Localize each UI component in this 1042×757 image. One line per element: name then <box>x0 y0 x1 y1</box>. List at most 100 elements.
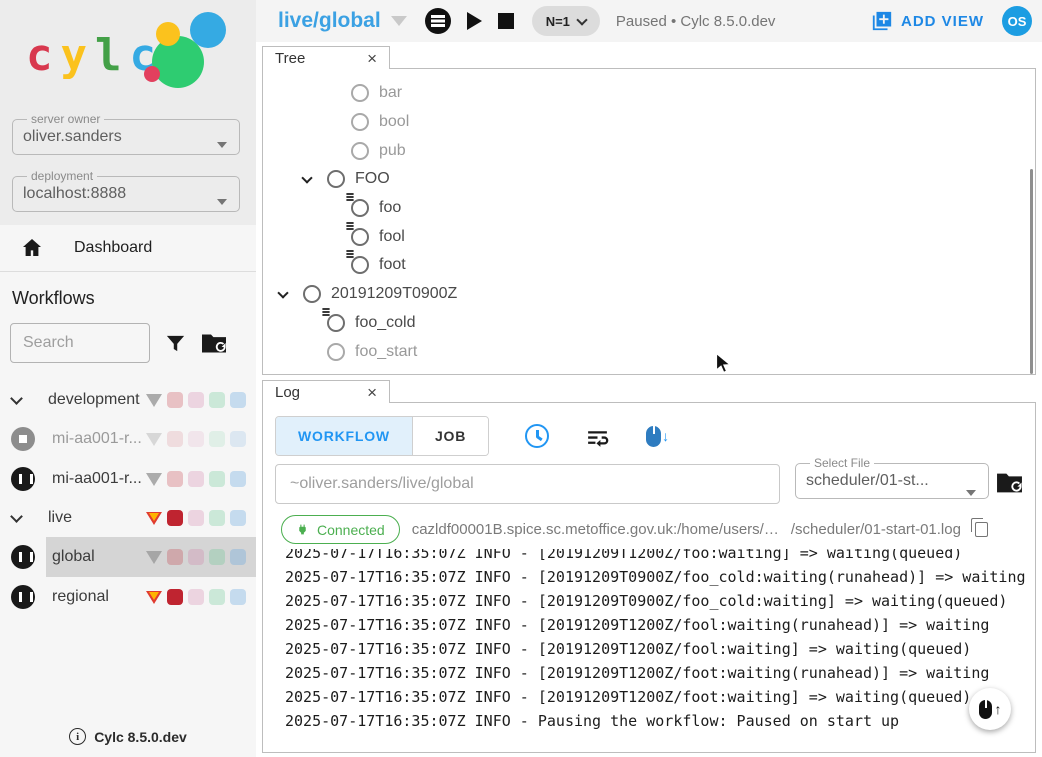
task-state-waiting-icon[interactable] <box>351 113 369 131</box>
expand-toggle[interactable] <box>279 292 303 297</box>
log-line: 2025-07-17T16:35:07Z INFO - [20191209T12… <box>285 613 1035 637</box>
workflow-state-summary <box>146 589 252 605</box>
job-menu-icon[interactable] <box>346 193 353 195</box>
sidebar-item-workflow-regional[interactable]: regional <box>0 577 256 617</box>
log-host-path: cazldf00001B.spice.sc.metoffice.gov.uk:/… <box>412 521 779 538</box>
job-log-tab[interactable]: JOB <box>412 417 488 455</box>
word-wrap-button[interactable] <box>585 424 610 449</box>
select-file-dropdown[interactable]: Select File scheduler/01-st... <box>795 456 989 499</box>
info-icon[interactable]: i <box>69 728 86 745</box>
tree-row-foo[interactable]: FOO <box>279 165 1035 194</box>
workflow-id-input[interactable] <box>275 464 780 504</box>
window-extent-selector[interactable]: N=1 <box>532 6 600 36</box>
task-state-waiting-icon[interactable] <box>303 285 321 303</box>
play-button[interactable] <box>467 12 482 30</box>
tab-log[interactable]: Log × <box>262 380 390 403</box>
add-view-button[interactable]: ADD VIEW <box>871 10 984 32</box>
top-toolbar: live/global N=1 Paused • Cylc 8.5.0.dev … <box>256 0 1042 42</box>
task-state-waiting-icon[interactable] <box>327 314 345 332</box>
refresh-files-button[interactable] <box>996 471 1023 495</box>
close-icon[interactable]: × <box>367 384 377 401</box>
task-state-waiting-icon[interactable] <box>351 228 369 246</box>
tree-row-pub[interactable]: pub <box>279 136 1035 165</box>
tree-row-foot[interactable]: foot <box>279 251 1035 280</box>
workflow-state-summary <box>146 549 252 565</box>
tree-row-foo-cold[interactable]: foo_cold <box>279 309 1035 338</box>
refresh-workflows-button[interactable] <box>201 332 227 355</box>
cylc-logo[interactable]: cylc <box>0 0 256 105</box>
workflow-group-development[interactable]: development <box>0 381 256 419</box>
user-avatar[interactable]: OS <box>1002 6 1032 36</box>
task-state-dot <box>167 549 183 565</box>
task-state-waiting-icon[interactable] <box>351 199 369 217</box>
task-tree: barboolpubFOOfoofoolfoot20191209T0900Zfo… <box>263 69 1035 366</box>
job-menu-icon[interactable] <box>346 222 353 224</box>
tree-row-bool[interactable]: bool <box>279 108 1035 137</box>
workflow-name: live <box>48 509 72 527</box>
tree-row-bar[interactable]: bar <box>279 79 1035 108</box>
tree-row-foo[interactable]: foo <box>279 194 1035 223</box>
scroll-to-top-button[interactable]: ↑ <box>969 688 1011 730</box>
close-icon[interactable]: × <box>367 50 377 67</box>
task-state-dot <box>167 471 183 487</box>
tab-tree[interactable]: Tree × <box>262 46 390 69</box>
log-line: 2025-07-17T16:35:07Z INFO - [20191209T12… <box>285 549 1035 565</box>
task-state-dot <box>230 431 246 447</box>
workflow-row-content: development <box>34 381 256 419</box>
stop-button[interactable] <box>498 13 514 29</box>
task-state-waiting-icon[interactable] <box>351 142 369 160</box>
main-content: Tree × barbool pub FOOfoofoolfoot20191209T… <box>256 42 1042 757</box>
tree-row-fool[interactable]: fool <box>279 222 1035 251</box>
task-state-waiting-icon[interactable] <box>351 84 369 102</box>
task-name: pub <box>379 142 406 160</box>
tree-row-20191209t0900z[interactable]: 20191209T0900Z <box>279 280 1035 309</box>
timestamps-toggle-button[interactable] <box>525 424 549 448</box>
task-state-dot <box>167 510 183 526</box>
warning-triangle-icon <box>146 591 162 604</box>
deployment-select[interactable]: deployment localhost:8888 <box>12 169 240 212</box>
copy-icon[interactable] <box>975 522 988 537</box>
expand-toggle[interactable] <box>303 177 327 182</box>
paused-icon[interactable] <box>11 545 35 569</box>
stopped-icon[interactable] <box>11 427 35 451</box>
home-icon <box>20 236 44 260</box>
auto-scroll-button[interactable]: ↓ <box>646 426 669 447</box>
task-state-waiting-icon[interactable] <box>327 343 345 361</box>
chevron-down-icon[interactable] <box>10 392 23 405</box>
workflow-state-cell <box>0 427 46 451</box>
paused-icon[interactable] <box>11 585 35 609</box>
server-owner-label: server owner <box>27 112 104 126</box>
log-toolbar: WORKFLOW JOB ↓ <box>275 416 669 456</box>
task-icon-wrap <box>303 285 321 303</box>
task-state-dot <box>188 510 204 526</box>
filter-button[interactable] <box>164 332 187 355</box>
workflow-group-live[interactable]: live <box>0 499 256 537</box>
workflow-title[interactable]: live/global <box>278 9 381 33</box>
workflow-dropdown-icon[interactable] <box>391 16 407 26</box>
sidebar-item-workflow-global[interactable]: global <box>0 537 256 577</box>
log-tab-label: Log <box>275 384 300 401</box>
tree-row-foo-start[interactable]: foo_start <box>279 337 1035 366</box>
tree-scrollbar[interactable] <box>1030 169 1033 374</box>
task-state-dot <box>167 589 183 605</box>
job-menu-icon[interactable] <box>346 250 353 252</box>
workflows-heading: Workflows <box>0 272 256 319</box>
log-lines: 2025-07-17T16:35:07Z INFO - [20191209T12… <box>285 549 1035 733</box>
paused-icon[interactable] <box>11 467 35 491</box>
warning-triangle-icon <box>146 433 162 446</box>
search-input[interactable] <box>10 323 150 363</box>
chevron-down-icon[interactable] <box>10 510 23 523</box>
server-owner-select[interactable]: server owner oliver.sanders <box>12 112 240 155</box>
task-state-waiting-icon[interactable] <box>351 256 369 274</box>
sidebar-item-workflow-mi-aa001-r-[interactable]: mi-aa001-r... <box>0 419 256 459</box>
workflow-name: global <box>52 548 95 566</box>
task-state-waiting-icon[interactable] <box>327 170 345 188</box>
workflow-log-tab[interactable]: WORKFLOW <box>276 417 412 455</box>
job-menu-icon[interactable] <box>322 308 329 310</box>
sidebar-item-workflow-mi-aa001-r-[interactable]: mi-aa001-r... <box>0 459 256 499</box>
workflow-state-summary <box>146 392 252 408</box>
sidebar-item-dashboard[interactable]: Dashboard <box>0 225 256 271</box>
server-owner-value: oliver.sanders <box>23 128 229 146</box>
log-output[interactable]: 2025-07-17T16:35:07Z INFO - [20191209T12… <box>263 549 1035 750</box>
workflow-menu-button[interactable] <box>425 8 451 34</box>
